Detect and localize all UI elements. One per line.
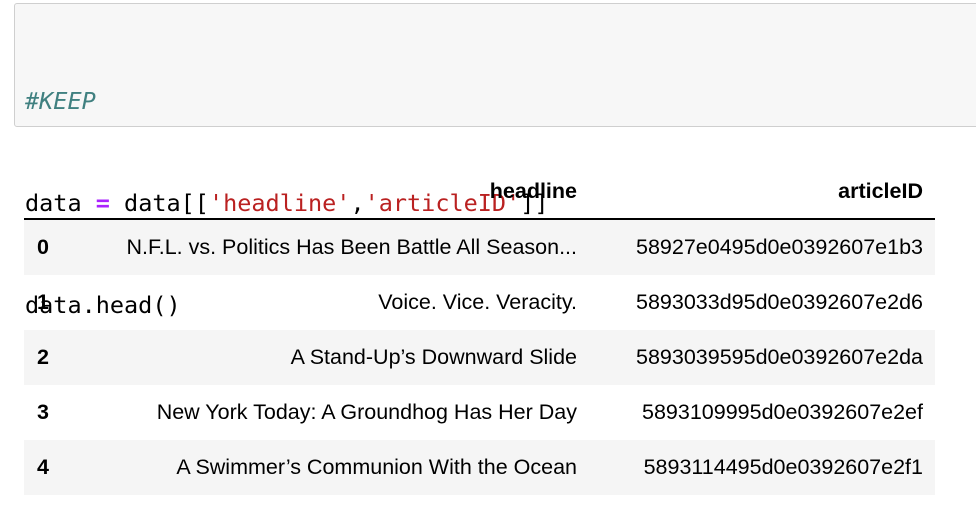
table-row: 3 New York Today: A Groundhog Has Her Da…: [24, 385, 935, 440]
row-index: 3: [37, 400, 49, 424]
table-row: 1 Voice. Vice. Veracity. 5893033d95d0e03…: [24, 275, 935, 330]
header-articleid: articleID: [838, 179, 923, 203]
table-row: 2 A Stand-Up’s Downward Slide 5893039595…: [24, 330, 935, 385]
code-comment: #KEEP: [25, 87, 96, 115]
row-index: 0: [37, 235, 49, 259]
table-row: 0 N.F.L. vs. Politics Has Been Battle Al…: [24, 220, 935, 275]
row-index: 4: [37, 455, 49, 479]
articleid-cell: 58927e0495d0e0392607e1b3: [636, 235, 923, 259]
articleid-cell: 5893039595d0e0392607e2da: [636, 345, 923, 369]
code-line-1: #KEEP: [25, 84, 549, 118]
row-index: 2: [37, 345, 49, 369]
headline-cell: Voice. Vice. Veracity.: [378, 290, 577, 314]
header-headline: headline: [489, 179, 577, 203]
dataframe-output: headline articleID 0 N.F.L. vs. Politics…: [24, 165, 935, 495]
headline-cell: N.F.L. vs. Politics Has Been Battle All …: [126, 235, 577, 259]
table-header: headline articleID: [24, 165, 935, 220]
headline-cell: A Swimmer’s Communion With the Ocean: [176, 455, 577, 479]
articleid-cell: 5893033d95d0e0392607e2d6: [636, 290, 923, 314]
headline-cell: A Stand-Up’s Downward Slide: [290, 345, 577, 369]
table-row: 4 A Swimmer’s Communion With the Ocean 5…: [24, 440, 935, 495]
articleid-cell: 5893109995d0e0392607e2ef: [642, 400, 923, 424]
articleid-cell: 5893114495d0e0392607e2f1: [643, 455, 923, 479]
row-index: 1: [37, 290, 49, 314]
code-cell[interactable]: #KEEP data = data[['headline','articleID…: [14, 3, 976, 319]
headline-cell: New York Today: A Groundhog Has Her Day: [156, 400, 577, 424]
